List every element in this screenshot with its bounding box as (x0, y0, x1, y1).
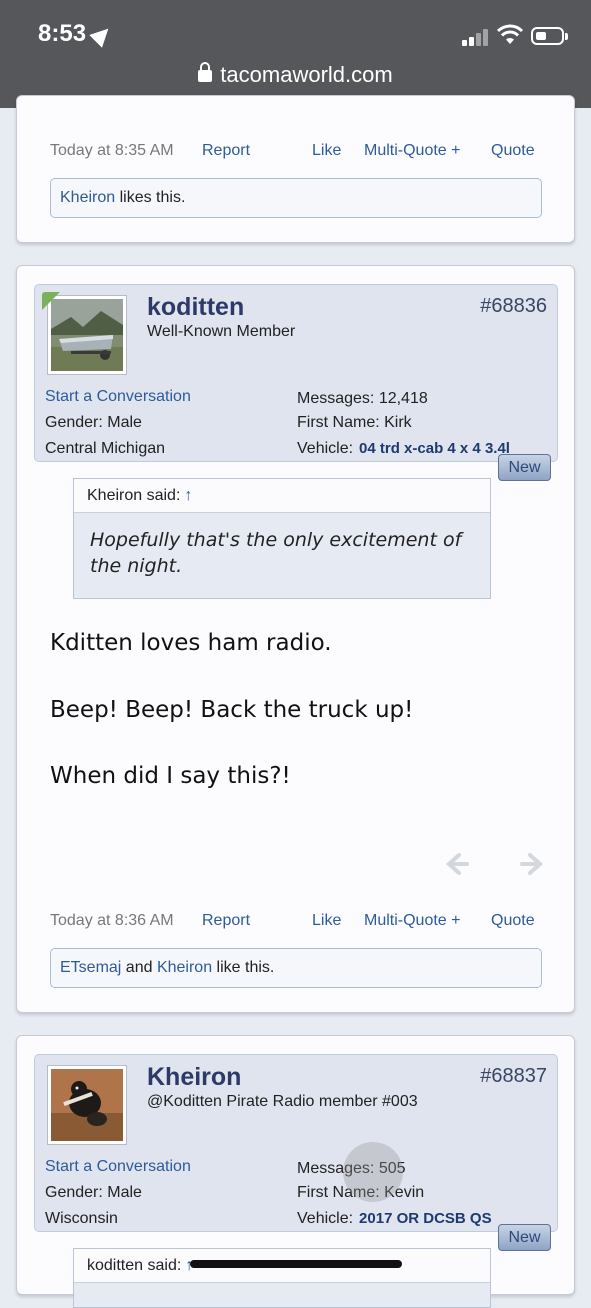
next-arrow-icon[interactable] (520, 852, 544, 876)
quote-link[interactable]: Quote (491, 912, 535, 930)
start-conversation-link[interactable]: Start a Conversation (45, 1158, 191, 1176)
quote-header: Kheiron said: ↑ (74, 479, 490, 513)
user-gender: Gender: Male (45, 1184, 142, 1201)
quote-block: koditten said: ↑ (73, 1248, 491, 1308)
report-link[interactable]: Report (202, 912, 250, 930)
like-link[interactable]: Like (312, 912, 341, 930)
user-info-box: Kheiron @Koditten Pirate Radio member #0… (34, 1054, 558, 1232)
quote-jump-icon[interactable]: ↑ (184, 487, 192, 504)
lock-icon (198, 62, 213, 82)
avatar-image (51, 1069, 123, 1141)
post-date: Today at 8:36 AM (50, 912, 174, 929)
report-link[interactable]: Report (202, 142, 250, 160)
quote-text: Hopefully that's the only excitement of … (90, 529, 462, 577)
touch-indicator (343, 1142, 403, 1202)
clock: 8:53 (38, 20, 87, 47)
user-location: Central Michigan (45, 440, 166, 457)
battery-icon (531, 27, 568, 45)
vehicle-value: 04 trd x-cab 4 x 4 3.4l (359, 440, 510, 457)
user-location: Wisconsin (45, 1210, 118, 1227)
status-bar: 8:53 tacomaworld.com (0, 0, 591, 108)
url-text: tacomaworld.com (220, 62, 393, 87)
user-vehicle: Vehicle: 04 trd x-cab 4 x 4 3.4l (297, 440, 510, 457)
new-badge: New (498, 1224, 551, 1251)
vehicle-value: 2017 OR DCSB QS (359, 1210, 492, 1227)
user-messages: Messages: 12,418 (297, 390, 428, 407)
address-bar[interactable]: tacomaworld.com (0, 62, 591, 88)
liker-link[interactable]: Kheiron (60, 189, 115, 206)
user-first-name: First Name: Kirk (297, 414, 412, 431)
user-info-box: koditten Well-Known Member #68836 Start … (34, 284, 558, 462)
likes-summary: Kheiron likes this. (50, 178, 542, 218)
post-card-kheiron: Kheiron @Koditten Pirate Radio member #0… (16, 1035, 575, 1308)
post-card-previous: Today at 8:35 AM Report Like Multi-Quote… (16, 95, 575, 243)
user-title: Well-Known Member (147, 323, 296, 340)
post-card-koditten: koditten Well-Known Member #68836 Start … (16, 265, 575, 1013)
post-date: Today at 8:35 AM (50, 142, 174, 159)
quote-link[interactable]: Quote (491, 142, 535, 160)
liker-link[interactable]: ETsemaj (60, 959, 121, 976)
likes-summary: ETsemaj and Kheiron like this. (50, 948, 542, 988)
location-arrow-icon (89, 22, 115, 48)
user-title: @Koditten Pirate Radio member #003 (147, 1093, 418, 1110)
username[interactable]: Kheiron (147, 1063, 241, 1092)
message-line: Beep! Beep! Back the truck up! (50, 697, 414, 723)
liker-link[interactable]: Kheiron (157, 959, 212, 976)
user-vehicle: Vehicle: 2017 OR DCSB QS (297, 1210, 492, 1227)
quote-author: koditten said: (87, 1257, 182, 1274)
multiquote-link[interactable]: Multi-Quote + (364, 912, 460, 930)
message-line: When did I say this?! (50, 763, 291, 789)
quote-author: Kheiron said: (87, 487, 181, 504)
avatar-image (51, 299, 123, 371)
post-number[interactable]: #68836 (480, 295, 547, 318)
online-status-icon (42, 292, 60, 310)
start-conversation-link[interactable]: Start a Conversation (45, 388, 191, 406)
post-number[interactable]: #68837 (480, 1065, 547, 1088)
username[interactable]: koditten (147, 293, 244, 322)
multiquote-link[interactable]: Multi-Quote + (364, 142, 460, 160)
prev-arrow-icon[interactable] (445, 852, 469, 876)
like-link[interactable]: Like (312, 142, 341, 160)
user-gender: Gender: Male (45, 414, 142, 431)
new-badge: New (498, 454, 551, 481)
avatar[interactable] (47, 1065, 127, 1145)
wifi-icon (497, 24, 523, 44)
home-indicator (190, 1260, 402, 1268)
message-line: Kditten loves ham radio. (50, 630, 332, 656)
quote-block: Kheiron said: ↑ Hopefully that's the only… (73, 478, 491, 599)
signal-icon (462, 28, 492, 46)
